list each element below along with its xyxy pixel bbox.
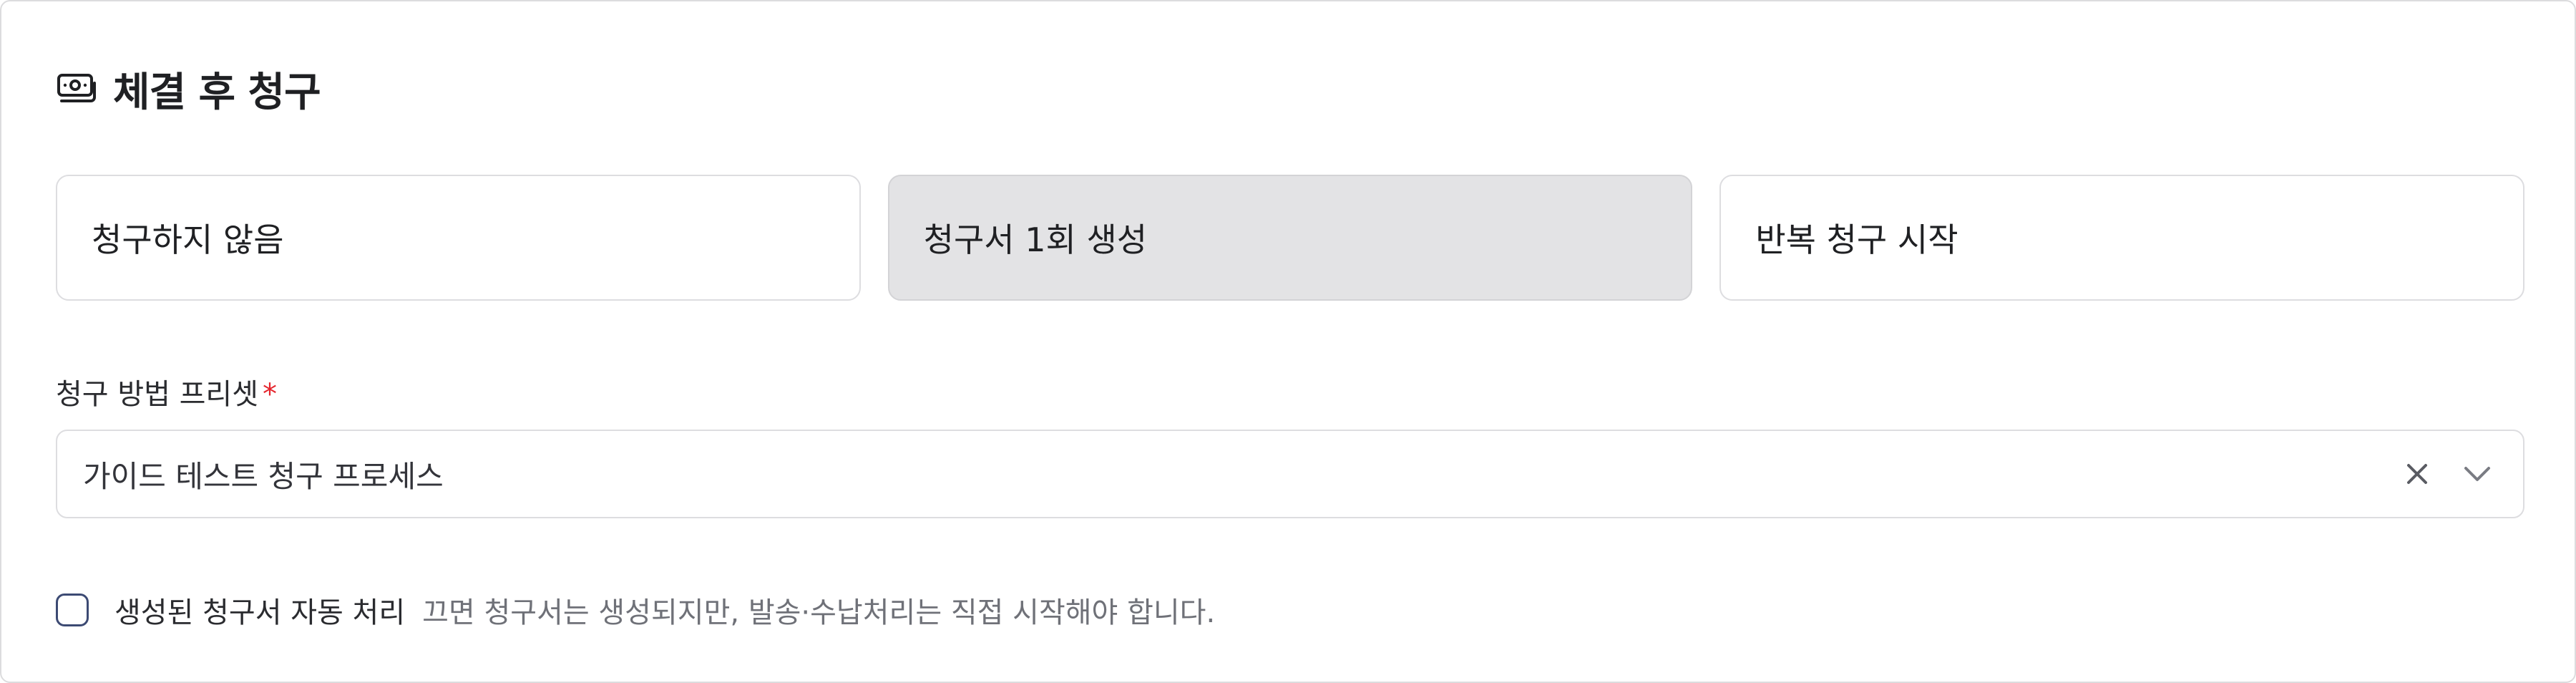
preset-field-label: 청구 방법 프리셋 * [56,371,277,412]
option-label: 청구서 1회 생성 [923,221,1148,259]
preset-selected-value: 가이드 테스트 청구 프로세스 [83,458,444,494]
required-mark: * [263,378,278,411]
option-label: 반복 청구 시작 [1755,221,1958,259]
chevron-down-icon[interactable] [2456,452,2499,495]
option-no-billing[interactable]: 청구하지 않음 [56,175,861,301]
auto-process-row: 생성된 청구서 자동 처리 끄면 청구서는 생성되지만, 발송·수납처리는 직접… [56,587,1215,633]
billing-option-group: 청구하지 않음 청구서 1회 생성 반복 청구 시작 [56,175,2525,301]
auto-process-help-text: 끄면 청구서는 생성되지만, 발송·수납처리는 직접 시작해야 합니다. [422,596,1216,629]
auto-process-label[interactable]: 생성된 청구서 자동 처리 [114,589,405,631]
preset-label-text: 청구 방법 프리셋 [56,378,259,411]
money-bill-icon [56,71,97,107]
billing-preset-select[interactable]: 가이드 테스트 청구 프로세스 [56,430,2524,518]
option-one-time-invoice[interactable]: 청구서 1회 생성 [887,175,1693,301]
option-label: 청구하지 않음 [92,221,284,259]
card-title: 체결 후 청구 [113,69,321,116]
card-header: 체결 후 청구 [56,60,321,117]
close-icon[interactable] [2396,452,2439,495]
billing-after-contract-card: 체결 후 청구 청구하지 않음 청구서 1회 생성 반복 청구 시작 청구 방법… [0,0,2576,683]
option-recurring-billing[interactable]: 반복 청구 시작 [1719,175,2525,301]
auto-process-checkbox[interactable] [56,594,89,626]
